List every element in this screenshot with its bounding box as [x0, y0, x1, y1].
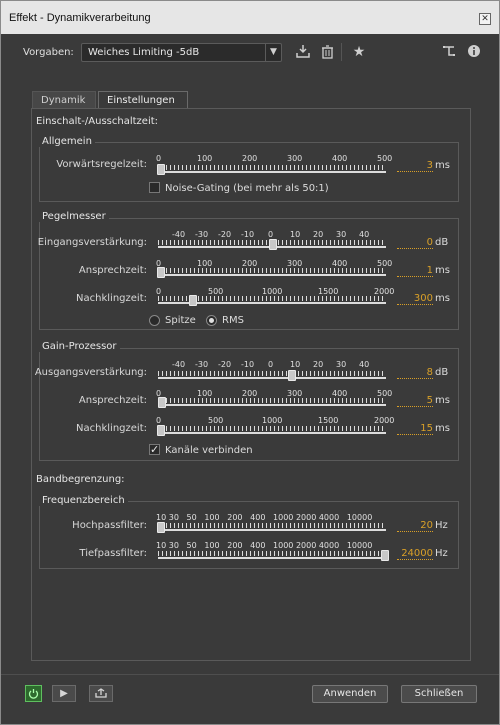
unit-ms: ms	[435, 293, 450, 304]
window-title: Effekt - Dynamikverarbeitung	[9, 12, 151, 24]
loop-icon[interactable]	[89, 685, 113, 702]
slider-vorwaertsregelzeit[interactable]	[157, 164, 386, 175]
group-title-pegelmesser: Pegelmesser	[39, 211, 109, 222]
band-limiting-heading: Bandbegrenzung:	[36, 474, 125, 485]
label-tiefpassfilter: Tiefpassfilter:	[79, 548, 147, 559]
slider-thumb[interactable]	[189, 295, 197, 306]
slider-ausgangsverstaerkung[interactable]	[158, 370, 386, 381]
radio-rms-label: RMS	[222, 315, 244, 326]
preset-label: Vorgaben:	[23, 47, 74, 58]
scale-freq-tiefpass: 10 30 50 100 200 400 1000 2000 4000 1000…	[156, 541, 373, 550]
link-channels-label: Kanäle verbinden	[165, 445, 253, 456]
unit-ms: ms	[435, 160, 450, 171]
value-nachklingzeit[interactable]: 300	[397, 293, 433, 305]
slider-thumb[interactable]	[158, 397, 166, 408]
label-ansprechzeit: Ansprechzeit:	[78, 265, 147, 276]
delete-preset-icon[interactable]	[319, 45, 335, 61]
title-bar: Effekt - Dynamikverarbeitung ✕	[1, 1, 499, 34]
slider-ansprechzeit[interactable]	[157, 267, 386, 278]
value-vorwaertsregelzeit[interactable]: 3	[397, 160, 433, 172]
group-title-allgemein: Allgemein	[39, 136, 95, 147]
scale-freq-hochpass: 10 30 50 100 200 400 1000 2000 4000 1000…	[156, 513, 373, 522]
slider-tiefpassfilter[interactable]	[158, 550, 389, 561]
close-button[interactable]: Schließen	[401, 685, 477, 703]
noise-gating-label: Noise-Gating (bei mehr als 50:1)	[165, 183, 329, 194]
value-hochpassfilter[interactable]: 20	[397, 520, 433, 532]
info-icon[interactable]	[466, 44, 482, 60]
slider-thumb[interactable]	[381, 550, 389, 561]
apply-button[interactable]: Anwenden	[312, 685, 388, 703]
value-tiefpassfilter[interactable]: 24000	[397, 548, 433, 560]
favorite-icon[interactable]: ★	[351, 44, 367, 60]
slider-thumb[interactable]	[269, 239, 277, 250]
value-gain-nachklingzeit[interactable]: 15	[397, 423, 433, 435]
noise-gating-checkbox[interactable]	[149, 182, 160, 193]
radio-rms[interactable]	[206, 315, 217, 326]
radio-spitze-label: Spitze	[165, 315, 196, 326]
power-icon[interactable]	[25, 685, 42, 702]
routing-icon[interactable]	[441, 44, 457, 60]
tab-dynamik[interactable]: Dynamik	[32, 91, 96, 109]
slider-thumb[interactable]	[288, 370, 296, 381]
radio-spitze[interactable]	[149, 315, 160, 326]
unit-ms: ms	[435, 265, 450, 276]
label-hochpassfilter: Hochpassfilter:	[72, 520, 147, 531]
unit-hz: Hz	[435, 520, 448, 531]
slider-gain-ansprechzeit[interactable]	[158, 397, 386, 408]
value-ansprechzeit[interactable]: 1	[397, 265, 433, 277]
slider-thumb[interactable]	[157, 522, 165, 533]
tab-einstellungen[interactable]: Einstellungen	[98, 91, 188, 109]
chevron-down-icon[interactable]: ▼	[265, 44, 281, 61]
unit-db: dB	[435, 367, 449, 378]
play-icon[interactable]: ▶	[52, 685, 76, 702]
link-channels-checkbox[interactable]	[149, 443, 160, 456]
preset-value: Weiches Limiting -5dB	[88, 47, 200, 58]
toolbar-divider	[341, 43, 342, 61]
unit-db: dB	[435, 237, 449, 248]
label-nachklingzeit: Nachklingzeit:	[76, 293, 147, 304]
effect-window: Effekt - Dynamikverarbeitung ✕ Vorgaben:…	[0, 0, 500, 725]
unit-ms: ms	[435, 423, 450, 434]
label-ansprechzeit: Ansprechzeit:	[78, 395, 147, 406]
group-title-frequenz: Frequenzbereich	[39, 495, 128, 506]
preset-select[interactable]: Weiches Limiting -5dB ▼	[81, 43, 282, 62]
slider-gain-nachklingzeit[interactable]	[157, 425, 386, 436]
close-icon[interactable]: ✕	[479, 13, 491, 25]
slider-thumb[interactable]	[157, 164, 165, 175]
slider-thumb[interactable]	[157, 267, 165, 278]
value-eingangsverstaerkung[interactable]: 0	[397, 237, 433, 249]
value-ausgangsverstaerkung[interactable]: 8	[397, 367, 433, 379]
slider-hochpassfilter[interactable]	[157, 522, 386, 533]
label-vorwaertsregelzeit: Vorwärtsregelzeit:	[56, 159, 147, 170]
slider-eingangsverstaerkung[interactable]	[158, 239, 386, 250]
label-nachklingzeit: Nachklingzeit:	[76, 423, 147, 434]
attack-release-heading: Einschalt-/Ausschaltzeit:	[36, 116, 159, 127]
slider-thumb[interactable]	[157, 425, 165, 436]
slider-nachklingzeit[interactable]	[158, 295, 386, 306]
unit-hz: Hz	[435, 548, 448, 559]
value-gain-ansprechzeit[interactable]: 5	[397, 395, 433, 407]
group-title-gain: Gain-Prozessor	[39, 341, 120, 352]
save-preset-icon[interactable]	[295, 44, 311, 60]
label-eingangsverstaerkung: Eingangsverstärkung:	[37, 237, 147, 248]
unit-ms: ms	[435, 395, 450, 406]
label-ausgangsverstaerkung: Ausgangsverstärkung:	[34, 367, 147, 378]
